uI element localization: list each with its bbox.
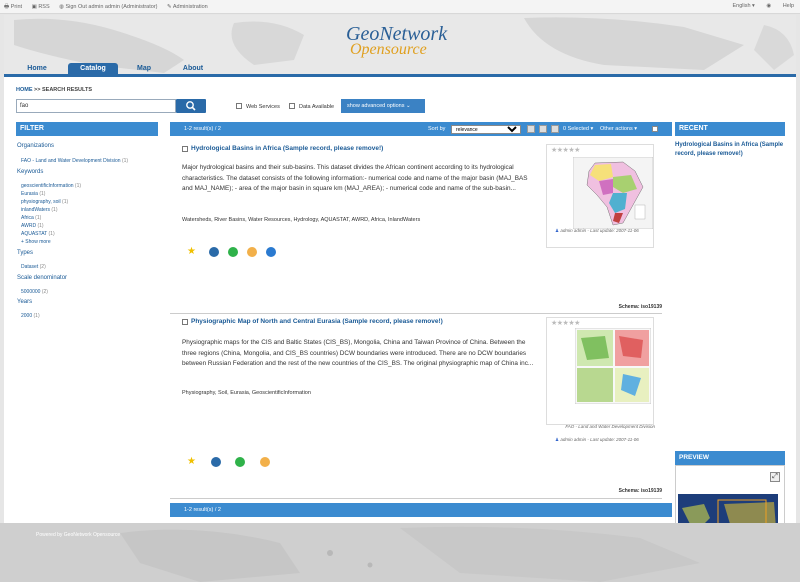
record-keywords: Physiography, Soil, Eurasia, Geoscientif…	[182, 390, 311, 396]
selected-count[interactable]: 0 Selected ▾	[563, 122, 593, 136]
language-select[interactable]: English ▾	[722, 3, 754, 9]
facet-scale[interactable]: Scale denominator	[17, 275, 67, 281]
main-nav: Home Catalog Map About	[4, 62, 796, 74]
facet-item[interactable]: inlandWaters (1)	[21, 207, 58, 213]
facet-types[interactable]: Types	[17, 250, 33, 256]
filter-header: FILTER	[16, 122, 158, 136]
facet-keywords[interactable]: Keywords	[17, 169, 43, 175]
add-icon[interactable]	[228, 247, 238, 257]
record-checkbox[interactable]	[182, 146, 188, 152]
rating-stars-icon[interactable]: ★★★★★	[551, 319, 580, 327]
record-abstract: Major hydrological basins and their sub-…	[182, 164, 528, 192]
star-icon[interactable]: ★	[187, 247, 197, 257]
administration-link[interactable]: ✎ Administration	[167, 4, 212, 10]
other-actions-menu[interactable]: Other actions ▾	[600, 122, 637, 136]
facet-organizations[interactable]: Organizations	[17, 143, 54, 149]
breadcrumb: HOME >> SEARCH RESULTS	[16, 87, 92, 93]
result-record: Physiographic Map of North and Central E…	[170, 317, 662, 499]
recent-header: RECENT	[675, 122, 785, 136]
facet-item[interactable]: geoscientificInformation (1)	[21, 183, 81, 189]
facet-item[interactable]: physiography, soil (1)	[21, 199, 68, 205]
record-schema: Schema: iso19139	[618, 304, 662, 310]
chevron-down-icon: ⌄	[406, 103, 411, 109]
breadcrumb-current: SEARCH RESULTS	[42, 87, 93, 93]
top-toolbar-right: English ▾ ◉ Help	[712, 3, 794, 9]
rss-link[interactable]: ▣ RSS	[32, 4, 54, 10]
record-schema: Schema: iso19139	[618, 488, 662, 494]
show-more-link[interactable]: + Show more	[21, 239, 51, 245]
record-keywords: Watersheds, River Basins, Water Resource…	[182, 217, 421, 223]
record-title[interactable]: Hydrological Basins in Africa (Sample re…	[191, 145, 383, 152]
tab-catalog[interactable]: Catalog	[68, 63, 118, 74]
top-toolbar-left: 🖶 Print ▣ RSS ◍ Sign Out admin admin (Ad…	[4, 3, 216, 12]
search-button[interactable]	[176, 99, 206, 113]
search-icon	[186, 101, 196, 111]
list-view-icon[interactable]	[527, 125, 535, 133]
geonetwork-logo[interactable]: GeoNetwork Opensource	[346, 24, 447, 58]
result-count: 1-2 result(s) / 2	[184, 126, 221, 132]
record-thumbnail-box: ★★★★★	[546, 317, 654, 425]
print-link[interactable]: 🖶 Print	[4, 4, 26, 10]
download-icon[interactable]	[260, 457, 270, 467]
select-all-checkbox[interactable]	[652, 126, 658, 132]
record-abstract: Physiographic maps for the CIS and Balti…	[182, 339, 534, 367]
rating-stars-icon[interactable]: ★★★★★	[551, 146, 580, 154]
star-icon[interactable]: ★	[187, 457, 197, 467]
top-toolbar: 🖶 Print ▣ RSS ◍ Sign Out admin admin (Ad…	[0, 0, 800, 14]
facet-item[interactable]: AWRD (1)	[21, 223, 44, 229]
record-meta: ♟ admin admin - Last update: 2007-11-06	[555, 437, 639, 442]
record-checkbox[interactable]	[182, 319, 188, 325]
facet-item[interactable]: AQUASTAT (1)	[21, 231, 55, 237]
facet-years[interactable]: Years	[17, 299, 32, 305]
compact-view-icon[interactable]	[551, 125, 559, 133]
record-meta: ♟ admin admin - Last update: 2007-11-06	[555, 228, 639, 233]
arrow-right-icon[interactable]	[266, 247, 276, 257]
sort-label: Sort by	[428, 126, 446, 132]
tab-home[interactable]: Home	[18, 63, 56, 74]
search-input[interactable]: fao	[16, 99, 176, 113]
grid-view-icon[interactable]	[539, 125, 547, 133]
data-available-checkbox[interactable]: Data Available	[289, 103, 334, 110]
advanced-options-button[interactable]: show advanced options ⌄	[341, 99, 425, 113]
record-org: FAO - Land and Water Development Divisio…	[565, 424, 655, 429]
sort-select[interactable]: relevance	[451, 125, 521, 134]
help-link[interactable]: ◉ Help	[766, 3, 794, 9]
tab-map[interactable]: Map	[128, 63, 160, 74]
facet-item[interactable]: FAO - Land and Water Development Divisio…	[21, 158, 128, 164]
user-icon: ♟	[555, 228, 560, 233]
expand-icon[interactable]: ⤢	[770, 472, 780, 482]
facet-item[interactable]: Dataset (2)	[21, 264, 46, 270]
africa-map-thumbnail[interactable]	[573, 157, 653, 229]
powered-by-text: Powered by GeoNetwork Opensource	[36, 532, 121, 538]
record-title[interactable]: Physiographic Map of North and Central E…	[191, 318, 443, 325]
result-record: Hydrological Basins in Africa (Sample re…	[170, 144, 662, 314]
facet-item[interactable]: 5000000 (2)	[21, 289, 48, 295]
facet-item[interactable]: Africa (1)	[21, 215, 41, 221]
download-icon[interactable]	[247, 247, 257, 257]
facet-item[interactable]: 2000 (1)	[21, 313, 40, 319]
sign-out-link[interactable]: ◍ Sign Out admin admin (Administrator)	[59, 4, 161, 10]
results-footer: 1-2 result(s) / 2	[170, 503, 672, 517]
breadcrumb-home[interactable]: HOME	[16, 87, 33, 93]
add-icon[interactable]	[235, 457, 245, 467]
web-services-checkbox[interactable]: Web Services	[236, 103, 280, 110]
globe-icon[interactable]	[209, 247, 219, 257]
main-content: HOME >> SEARCH RESULTS fao Web Services …	[4, 77, 796, 577]
breadcrumb-separator: >>	[34, 87, 41, 93]
results-toolbar: 1-2 result(s) / 2 Sort by relevance 0 Se…	[170, 122, 672, 136]
tab-about[interactable]: About	[174, 63, 212, 74]
site-footer: Powered by GeoNetwork Opensource	[0, 523, 800, 582]
eurasia-map-thumbnail[interactable]	[575, 328, 651, 404]
preview-header: PREVIEW	[675, 451, 785, 465]
globe-icon[interactable]	[211, 457, 221, 467]
recent-item-link[interactable]: Hydrological Basins in Africa (Sample re…	[675, 141, 785, 159]
facet-item[interactable]: Eurasia (1)	[21, 191, 45, 197]
user-icon: ♟	[555, 437, 560, 442]
